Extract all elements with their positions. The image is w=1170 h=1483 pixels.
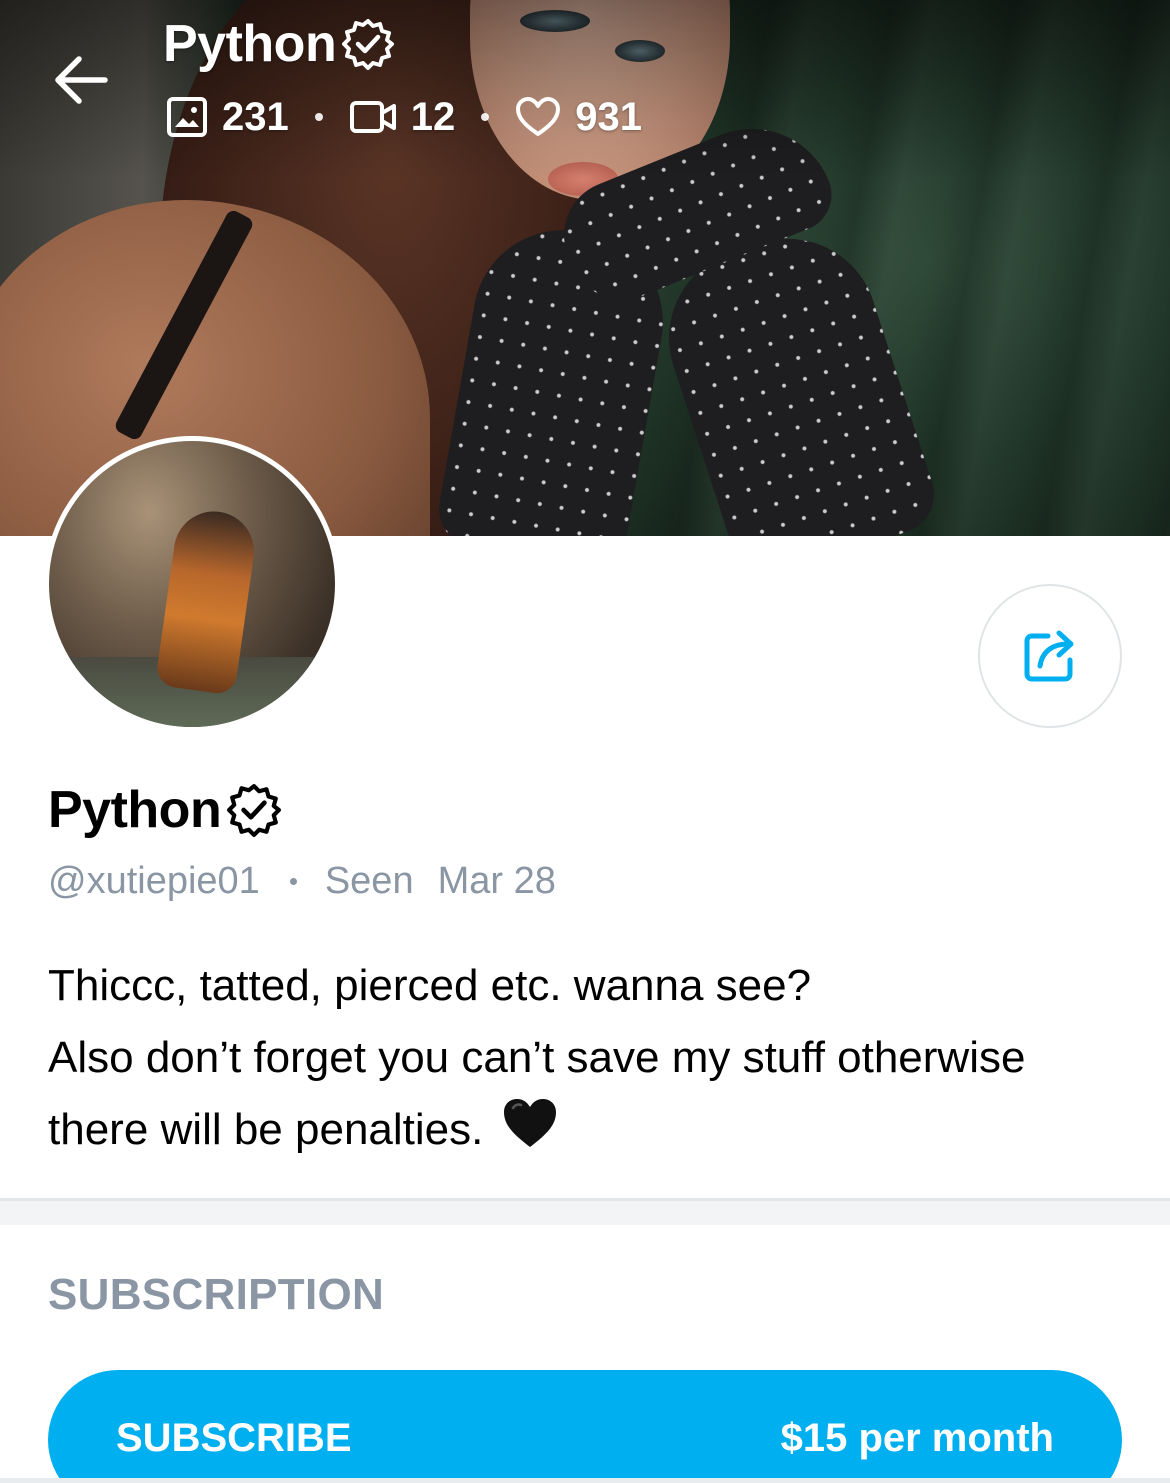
back-arrow-icon xyxy=(55,56,108,104)
share-icon xyxy=(1024,630,1074,682)
verified-badge-icon xyxy=(342,19,395,70)
meta-separator xyxy=(289,878,297,885)
subscription-title: SUBSCRIPTION xyxy=(48,1270,385,1319)
image-icon xyxy=(167,97,207,137)
subscribe-button[interactable]: SUBSCRIBE $15 per month xyxy=(48,1370,1122,1483)
heart-icon xyxy=(516,97,561,136)
bio-line: Also don’t forget you can’t save my stuf… xyxy=(48,1033,1026,1082)
avatar[interactable] xyxy=(44,436,340,732)
photos-stat[interactable]: 231 xyxy=(166,95,289,140)
share-button[interactable] xyxy=(978,584,1122,728)
profile-name: Python xyxy=(48,780,282,840)
profile-bio: Thiccc, tatted, pierced etc. wanna see? … xyxy=(48,950,1138,1166)
profile-page: Python 231 12 931 Python @xutiepie01 See… xyxy=(0,0,1170,1483)
verified-badge-icon xyxy=(227,784,282,837)
profile-display-name: Python xyxy=(48,781,222,839)
black-heart-emoji xyxy=(504,1099,557,1147)
bio-line: there will be penalties. xyxy=(48,1105,484,1154)
video-icon xyxy=(349,101,396,133)
header-name: Python xyxy=(163,15,337,73)
bio-line: Thiccc, tatted, pierced etc. wanna see? xyxy=(48,961,812,1010)
subscribe-price: $15 per month xyxy=(780,1416,1054,1460)
header-stats: 231 12 931 xyxy=(166,92,642,142)
header-title: Python xyxy=(163,14,395,74)
username: @xutiepie01 xyxy=(48,860,260,902)
profile-meta: @xutiepie01 Seen Mar 28 xyxy=(48,860,556,903)
photos-count: 231 xyxy=(222,94,289,139)
subscribe-label: SUBSCRIBE xyxy=(116,1416,352,1460)
likes-count: 931 xyxy=(575,94,642,139)
section-divider-band xyxy=(0,1201,1170,1225)
likes-stat[interactable]: 931 xyxy=(515,95,642,140)
bio-line-last: there will be penalties. xyxy=(48,1094,1138,1166)
stat-separator xyxy=(481,113,490,121)
bottom-rule xyxy=(0,1478,1170,1483)
seen-date: Mar 28 xyxy=(437,860,556,902)
stat-separator xyxy=(314,113,323,121)
videos-stat[interactable]: 12 xyxy=(349,94,456,140)
back-button[interactable] xyxy=(46,50,116,110)
seen-label: Seen xyxy=(324,860,414,902)
videos-count: 12 xyxy=(410,94,456,139)
